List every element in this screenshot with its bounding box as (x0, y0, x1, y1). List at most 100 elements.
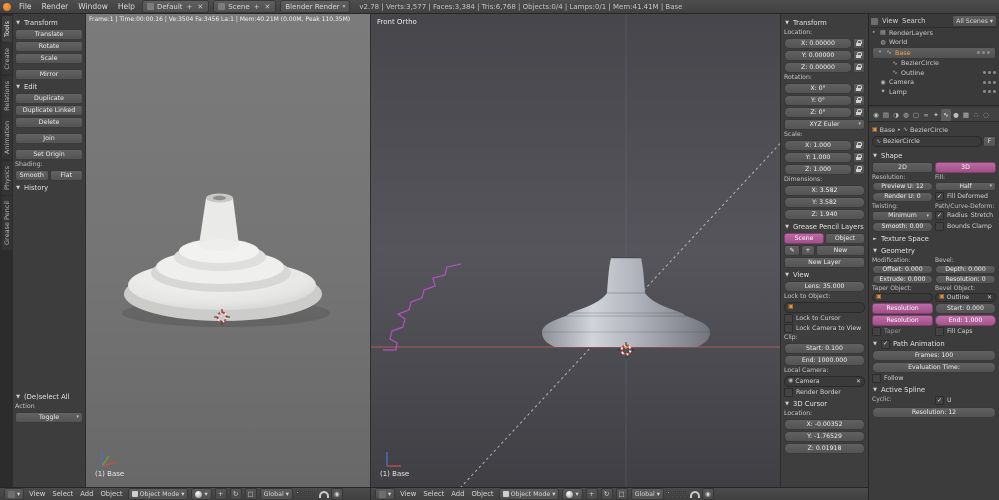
datablock-name-field[interactable]: ∿ BezierCircle (872, 136, 982, 147)
translate-button[interactable]: Translate (15, 28, 83, 40)
bevel-resolution-field[interactable]: Resolution: 0 (935, 274, 996, 284)
shape-panel-header[interactable]: ▼ Shape (872, 151, 996, 161)
physics-tab[interactable]: ◌ (981, 109, 991, 121)
bevel-depth-field[interactable]: Depth: 0.000 (935, 264, 996, 274)
render-border-checkbox[interactable]: Render Border (784, 387, 865, 397)
geometry-panel-header[interactable]: ▼ Geometry (872, 246, 996, 256)
shade-flat-button[interactable]: Flat (49, 169, 83, 181)
fill-deformed-checkbox[interactable]: ✓ Fill Deformed (935, 192, 996, 201)
blender-logo-icon[interactable] (3, 2, 11, 11)
menu-help[interactable]: Help (114, 2, 139, 11)
object-data-tab[interactable]: ∿ (941, 109, 951, 121)
object-menu[interactable]: Object (98, 490, 124, 498)
render-tab[interactable]: ◉ (871, 109, 881, 121)
gp-new-button[interactable]: New (816, 244, 865, 256)
breadcrumb-data[interactable]: BezierCircle (910, 126, 948, 134)
disclosure-icon[interactable]: ▾ (877, 50, 883, 55)
lock-icon[interactable] (853, 106, 865, 118)
spline-resolution-field[interactable]: Resolution: 12 (872, 406, 996, 418)
view-menu[interactable]: View (27, 490, 47, 498)
location-y-field[interactable]: Y: 0.00000 (784, 49, 852, 61)
gp-source-object-button[interactable]: Object (825, 232, 865, 244)
snap-magnet-icon[interactable] (318, 489, 329, 499)
cursor-y-field[interactable]: Y: -1.76529 (784, 430, 865, 442)
edit-panel-header[interactable]: ▼ Edit (15, 82, 83, 92)
close-icon[interactable]: ✕ (856, 378, 861, 385)
scale-x-field[interactable]: X: 1.000 (784, 139, 852, 151)
lock-icon[interactable] (853, 163, 865, 175)
preview-u-field[interactable]: Preview U: 12 (872, 181, 933, 191)
cursor-panel-header[interactable]: ▼ 3D Cursor (784, 399, 865, 409)
viewport-shading-select[interactable]: ▾ (191, 488, 212, 500)
manipulator-scale-button[interactable]: □ (615, 488, 628, 500)
row-restriction-icons[interactable] (983, 71, 997, 75)
lock-object-field[interactable]: ▣ (784, 301, 865, 313)
dimensions-y-field[interactable]: Y: 3.582 (784, 196, 865, 208)
follow-checkbox[interactable]: Follow (872, 373, 996, 383)
gp-add-icon[interactable]: + (801, 244, 815, 256)
outliner-row-camera[interactable]: ◉ Camera (871, 78, 997, 88)
clip-end-field[interactable]: End: 1000.000 (784, 354, 865, 366)
render-engine-select[interactable]: Blender Render ▾ (280, 0, 351, 13)
bevel-factor-start-field[interactable]: Start: 0.000 (935, 302, 996, 314)
scale-y-field[interactable]: Y: 1.000 (784, 151, 852, 163)
scene-tab[interactable]: ◑ (891, 109, 901, 121)
snap-magnet-icon[interactable] (689, 489, 700, 499)
lock-icon[interactable] (853, 61, 865, 73)
manipulator-translate-button[interactable]: + (585, 488, 598, 500)
lock-icon[interactable] (853, 139, 865, 151)
render-still-button[interactable]: ◉ (701, 488, 714, 500)
tab-physics[interactable]: Physics (1, 160, 12, 195)
material-tab[interactable]: ● (951, 109, 961, 121)
bevel-factor-start-mode-select[interactable]: Resolution (872, 302, 933, 314)
tab-tools[interactable]: Tools (1, 16, 12, 43)
layers-toggle[interactable] (666, 490, 686, 498)
cyclic-u-checkbox[interactable]: ✓ U (935, 396, 996, 405)
tab-relations[interactable]: Relations (1, 75, 12, 116)
dimensions-z-field[interactable]: Z: 1.940 (784, 208, 865, 220)
lock-icon[interactable] (853, 49, 865, 61)
outliner-row-beziercircle[interactable]: ∿ BezierCircle (871, 59, 997, 69)
npanel-transform-header[interactable]: ▼ Transform (784, 18, 865, 28)
active-spline-panel-header[interactable]: ▼ Active Spline (872, 385, 996, 395)
rotation-x-field[interactable]: X: 0° (784, 82, 852, 94)
action-toggle-select[interactable]: Toggle ▾ (15, 411, 83, 423)
rotate-button[interactable]: Rotate (15, 40, 83, 52)
offset-field[interactable]: Offset: 0.000 (872, 264, 933, 274)
redo-panel-header[interactable]: ▼ (De)select All (15, 392, 83, 402)
outliner-view-menu[interactable]: View (882, 17, 898, 25)
extrude-field[interactable]: Extrude: 0.000 (872, 274, 933, 284)
mode-select[interactable]: Object Mode ▾ (127, 488, 189, 500)
tab-animation[interactable]: Animation (1, 116, 12, 160)
rotation-mode-select[interactable]: XYZ Euler ▾ (784, 118, 865, 130)
scale-z-field[interactable]: Z: 1.000 (784, 163, 852, 175)
frames-field[interactable]: Frames: 100 (872, 349, 996, 361)
gp-draw-icon[interactable]: ✎ (784, 244, 800, 256)
editor-type-button[interactable]: ▾ (375, 488, 396, 500)
add-menu[interactable]: Add (449, 490, 466, 498)
rotation-z-field[interactable]: Z: 0° (784, 106, 852, 118)
shade-smooth-button[interactable]: Smooth (15, 169, 49, 181)
world-tab[interactable]: ◍ (901, 109, 911, 121)
layers-toggle[interactable] (295, 490, 315, 498)
row-restriction-icons[interactable] (983, 80, 997, 84)
cursor-x-field[interactable]: X: -0.00352 (784, 418, 865, 430)
outliner-row-lamp[interactable]: ✦ Lamp (871, 87, 997, 97)
duplicate-button[interactable]: Duplicate (15, 92, 83, 104)
tab-create[interactable]: Create (1, 43, 12, 75)
shape-3d-button[interactable]: 3D (935, 161, 996, 173)
manipulator-rotate-button[interactable]: ↻ (600, 488, 613, 500)
grease-pencil-panel-header[interactable]: ▼ Grease Pencil Layers (784, 222, 865, 232)
view-menu[interactable]: View (398, 490, 418, 498)
object-menu[interactable]: Object (469, 490, 495, 498)
viewport-front-ortho[interactable]: Front Ortho (1) Base (370, 14, 780, 487)
close-icon[interactable]: ✕ (987, 294, 992, 301)
scale-button[interactable]: Scale (15, 52, 83, 64)
radius-checkbox[interactable]: ✓ Radius Stretch (935, 211, 996, 220)
texture-tab[interactable]: ▦ (961, 109, 971, 121)
manipulator-rotate-button[interactable]: ↻ (229, 488, 242, 500)
twist-mode-select[interactable]: Minimum ▾ (872, 210, 933, 221)
outliner-scope-select[interactable]: All Scenes ▾ (952, 15, 997, 27)
orientation-select[interactable]: Global ▾ (630, 488, 664, 500)
evaluation-time-field[interactable]: Evaluation Time: (872, 361, 996, 373)
